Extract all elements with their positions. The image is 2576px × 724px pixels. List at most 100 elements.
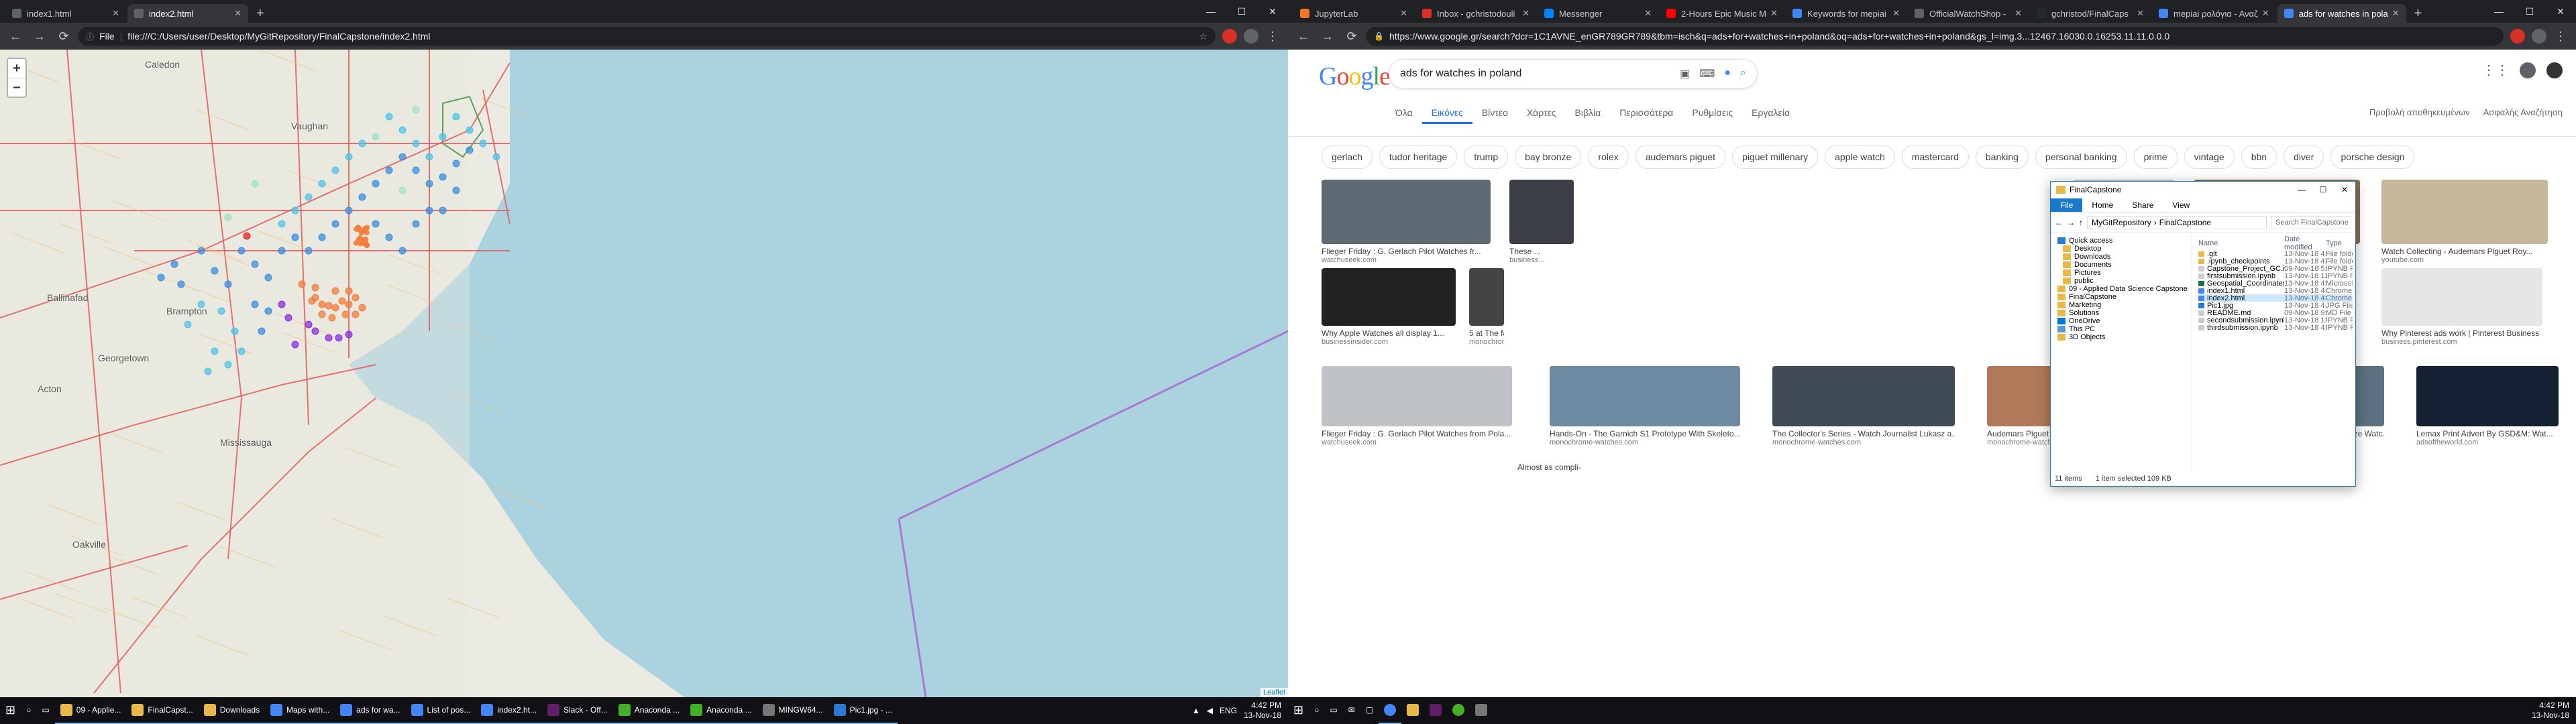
close-icon[interactable]: ✕: [2334, 185, 2355, 194]
tab-close-icon[interactable]: ✕: [230, 8, 241, 19]
browser-tab[interactable]: 2-Hours Epic Music M ✕: [1660, 4, 1784, 23]
file-row[interactable]: index2.html13-Nov-18 4:32 PMChrome HTML: [2198, 294, 2353, 302]
address-bar[interactable]: ⓘ File | file:///C:/Users/user/Desktop/M…: [78, 27, 1216, 46]
safesearch-link[interactable]: Ασφαλής Αναζήτηση: [2483, 107, 2563, 117]
network-icon[interactable]: ▲: [1192, 706, 1200, 715]
nav-item[interactable]: This PC: [2051, 325, 2191, 333]
search-tab[interactable]: Βιβλία: [1566, 103, 1611, 124]
result-thumbnail[interactable]: [1322, 180, 1491, 244]
image-result[interactable]: Watch Collecting - Audemars Piguet Roy..…: [2381, 180, 2548, 264]
result-thumbnail[interactable]: [1772, 366, 1955, 426]
related-chip[interactable]: mastercard: [1902, 145, 1969, 169]
result-thumbnail[interactable]: [1550, 366, 1740, 426]
taskbar-app[interactable]: index2.ht...: [476, 697, 542, 724]
column-date[interactable]: Date modified: [2284, 235, 2326, 251]
result-caption[interactable]: These ...: [1509, 247, 1574, 256]
related-chip[interactable]: audemars piguet: [1635, 145, 1725, 169]
map-view[interactable]: + − Caledon Vaughan Brampton Ballinafad …: [0, 50, 1288, 697]
explorer-search-input[interactable]: Search FinalCapstone: [2271, 216, 2351, 229]
tab-close-icon[interactable]: ✕: [2388, 8, 2400, 19]
result-caption[interactable]: Watch Collecting - Audemars Piguet Roy..…: [2381, 247, 2548, 256]
reload-icon[interactable]: ⟳: [1342, 29, 1362, 44]
forward-icon[interactable]: →: [1318, 29, 1338, 44]
tab-close-icon[interactable]: ✕: [2010, 8, 2022, 19]
taskbar-app[interactable]: Downloads: [199, 697, 265, 724]
nav-item[interactable]: 3D Objects: [2051, 333, 2191, 341]
taskbar-app[interactable]: Maps with...: [265, 697, 335, 724]
taskbar-app[interactable]: ads for wa...: [335, 697, 405, 724]
clock[interactable]: 4:42 PM 13-Nov-18: [1244, 701, 1281, 721]
search-icon[interactable]: ⌕: [1740, 67, 1746, 80]
lock-icon[interactable]: 🔒: [1374, 32, 1384, 41]
nav-item[interactable]: Desktop: [2051, 245, 2191, 253]
browser-tab[interactable]: mepiai ρολόγια - Αναζ ✕: [2152, 4, 2276, 23]
explorer-path[interactable]: MyGitRepository › FinalCapstone: [2087, 216, 2267, 229]
zoom-out-button[interactable]: −: [8, 78, 25, 97]
file-row[interactable]: thirdsubmission.ipynb13-Nov-18 4:33 PMIP…: [2198, 324, 2353, 331]
menu-icon[interactable]: ⋮: [1263, 29, 1283, 44]
search-tab[interactable]: Όλα: [1386, 103, 1422, 124]
related-chip[interactable]: banking: [1976, 145, 2029, 169]
browser-tab[interactable]: JupyterLab ✕: [1293, 4, 1414, 23]
file-row[interactable]: README.md09-Nov-18 9:05 AMMD File: [2198, 309, 2353, 316]
image-result[interactable]: The Collector's Series - Watch Journalis…: [1772, 366, 1955, 446]
nav-item[interactable]: Pictures: [2051, 269, 2191, 277]
maximize-icon[interactable]: ☐: [2312, 185, 2334, 194]
file-row[interactable]: .ipynb_checkpoints13-Nov-18 4:32 PMFile …: [2198, 257, 2353, 265]
nav-item[interactable]: Downloads: [2051, 253, 2191, 261]
taskbar-app[interactable]: Anaconda ...: [685, 697, 757, 724]
back-icon[interactable]: ←: [2055, 218, 2063, 227]
tab-close-icon[interactable]: ✕: [1640, 8, 1652, 19]
file-row[interactable]: firstsubmission.ipynb13-Nov-18 12:28 P..…: [2198, 272, 2353, 280]
saved-view-link[interactable]: Προβολή αποθηκευμένων: [2369, 107, 2470, 117]
browser-tab[interactable]: gchristod/FinalCaps ✕: [2030, 4, 2151, 23]
search-icon[interactable]: ○: [21, 697, 36, 724]
bookmark-star-icon[interactable]: ☆: [1199, 31, 1208, 42]
input-language[interactable]: ENG: [1220, 706, 1237, 715]
notifications-icon[interactable]: [2520, 62, 2536, 78]
browser-tab[interactable]: ads for watches in pola ✕: [2277, 4, 2406, 23]
image-result[interactable]: Hands-On - The Garnich S1 Prototype With…: [1550, 366, 1740, 446]
image-result[interactable]: Why Apple Watches all display 1... busine…: [1322, 268, 1456, 346]
image-result[interactable]: Why Pinterest ads work | Pinterest Busin…: [2381, 268, 2542, 346]
reload-icon[interactable]: ⟳: [54, 29, 74, 44]
terminal-icon[interactable]: [1470, 697, 1493, 724]
related-chip[interactable]: prime: [2134, 145, 2178, 169]
search-tab[interactable]: Χάρτες: [1517, 103, 1566, 124]
zoom-in-button[interactable]: +: [8, 59, 25, 78]
new-tab-button[interactable]: +: [250, 4, 271, 23]
tab-close-icon[interactable]: ✕: [2258, 8, 2269, 19]
result-thumbnail[interactable]: [1517, 450, 1606, 460]
related-chip[interactable]: bbn: [2241, 145, 2277, 169]
file-row[interactable]: .git13-Nov-18 4:36 PMFile folder: [2198, 250, 2353, 257]
google-logo[interactable]: Google: [1319, 62, 1390, 91]
start-button[interactable]: ⊞: [1288, 697, 1309, 724]
browser-tab[interactable]: OfficialWatchShop - ✕: [1908, 4, 2029, 23]
ribbon-tab-view[interactable]: View: [2163, 198, 2199, 212]
search-tab[interactable]: Εικόνες: [1422, 103, 1472, 124]
image-result[interactable]: These ... business...: [1509, 180, 1574, 264]
tab-close-icon[interactable]: ✕: [1518, 8, 1529, 19]
minimize-icon[interactable]: —: [1195, 6, 1226, 17]
result-caption[interactable]: Why Pinterest ads work | Pinterest Busin…: [2381, 328, 2542, 338]
related-chip[interactable]: bay bronze: [1515, 145, 1581, 169]
search-tab[interactable]: Εργαλεία: [1742, 103, 1799, 124]
extension-icon[interactable]: [2510, 29, 2525, 44]
extension-icon[interactable]: [1222, 29, 1237, 44]
browser-tab[interactable]: Keywords for mepiai ✕: [1786, 4, 1907, 23]
related-chip[interactable]: trump: [1464, 145, 1508, 169]
taskbar-app[interactable]: Pic1.jpg - ...: [828, 697, 898, 724]
map-canvas[interactable]: [0, 50, 1288, 697]
result-caption[interactable]: Why Apple Watches all display 1...: [1322, 328, 1456, 338]
maximize-icon[interactable]: ☐: [2514, 6, 2545, 17]
anaconda-icon[interactable]: [1447, 697, 1470, 724]
nav-item[interactable]: FinalCapstone: [2051, 293, 2191, 301]
chrome-icon[interactable]: [1379, 697, 1401, 724]
nav-item[interactable]: Solutions: [2051, 309, 2191, 317]
forward-icon[interactable]: →: [2067, 218, 2075, 227]
image-result[interactable]: Almost as compli-: [1517, 450, 1606, 472]
column-name[interactable]: Name: [2198, 239, 2284, 247]
result-thumbnail[interactable]: [1509, 180, 1574, 244]
nav-item[interactable]: Quick access: [2051, 237, 2191, 245]
store-icon[interactable]: ▢: [1360, 697, 1379, 724]
